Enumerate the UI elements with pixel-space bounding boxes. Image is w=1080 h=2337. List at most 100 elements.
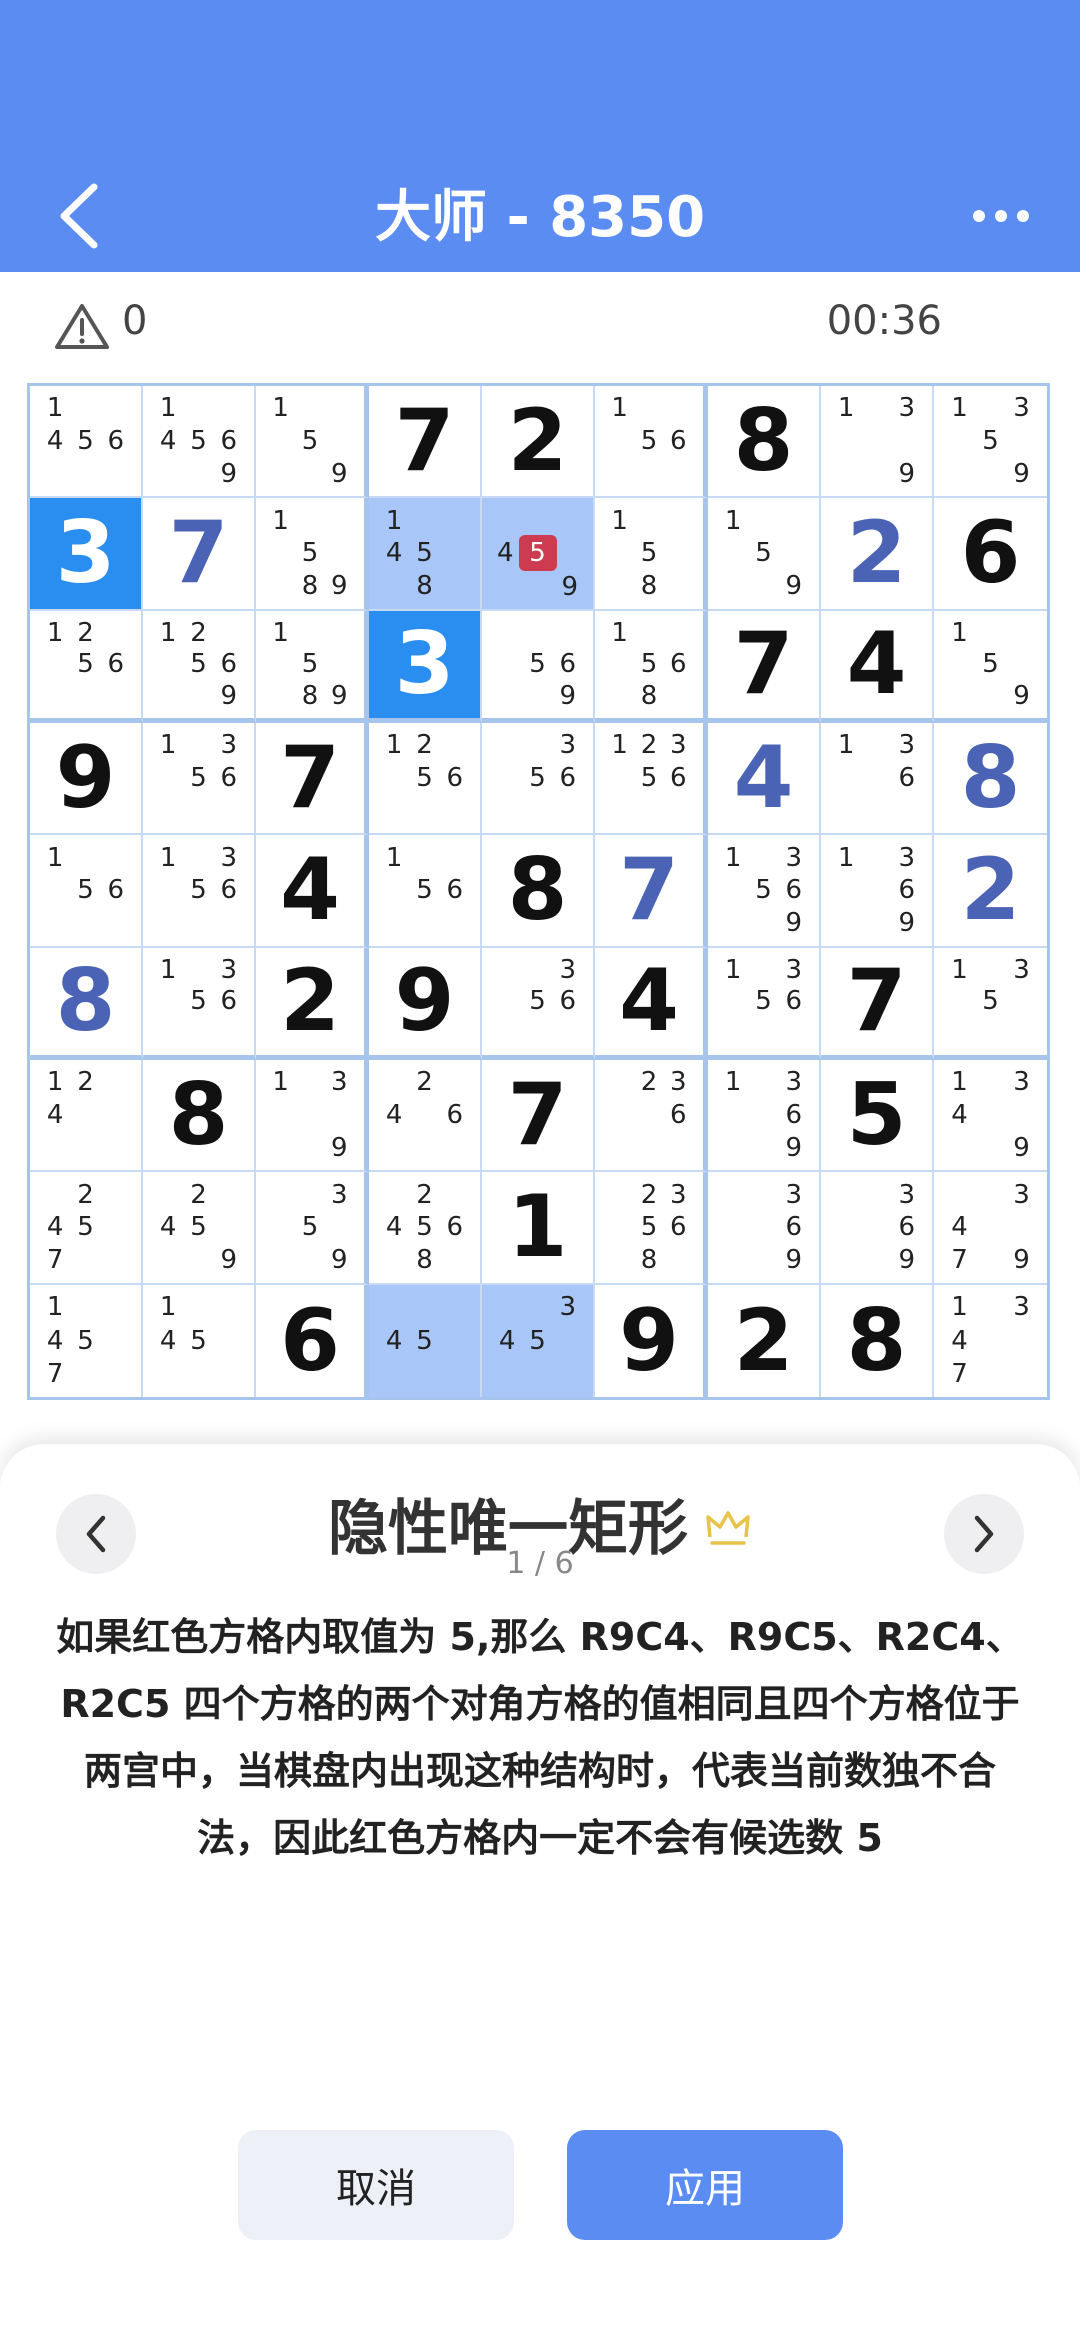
- candidate-grid: 124: [40, 1066, 131, 1164]
- cell-r4c4[interactable]: 1256: [369, 723, 482, 836]
- cell-r9c7[interactable]: 2: [708, 1284, 821, 1397]
- cell-r8c7[interactable]: 369: [708, 1172, 821, 1285]
- cell-r2c2[interactable]: 7: [143, 498, 256, 611]
- cell-r9c9[interactable]: 1 3 47: [934, 1285, 1047, 1397]
- more-button[interactable]: [966, 196, 1036, 236]
- cell-r6c5[interactable]: 356: [482, 947, 595, 1060]
- cell-r1c9[interactable]: 1 359: [934, 386, 1047, 499]
- cell-r5c8[interactable]: 1 369: [821, 835, 934, 948]
- cell-value: 2: [960, 840, 1021, 941]
- cell-r3c5[interactable]: 569: [482, 610, 595, 723]
- cell-r1c4[interactable]: 7: [369, 386, 482, 499]
- cell-r7c5[interactable]: 7: [482, 1060, 595, 1173]
- cell-r3c4[interactable]: 3: [369, 610, 482, 723]
- cell-r5c9[interactable]: 2: [934, 835, 1047, 948]
- cell-r5c2[interactable]: 1 356: [143, 835, 256, 948]
- cell-r1c2[interactable]: 14569: [143, 386, 256, 499]
- cell-r4c2[interactable]: 1 356: [143, 723, 256, 836]
- cell-r6c3[interactable]: 2: [256, 947, 369, 1060]
- cell-r1c3[interactable]: 159: [256, 386, 369, 499]
- cell-r2c4[interactable]: 1458: [369, 498, 482, 611]
- cancel-button[interactable]: 取消: [238, 2130, 514, 2240]
- cell-r9c5[interactable]: 3 45: [482, 1284, 595, 1397]
- cell-r3c3[interactable]: 1589: [256, 610, 369, 723]
- cell-r3c1[interactable]: 1256: [30, 610, 143, 723]
- cell-r7c1[interactable]: 124: [30, 1060, 143, 1173]
- cell-r5c3[interactable]: 4: [256, 835, 369, 948]
- cell-r6c7[interactable]: 1 356: [708, 947, 821, 1060]
- cell-r2c5[interactable]: 459: [482, 498, 595, 611]
- cell-r4c5[interactable]: 356: [482, 723, 595, 836]
- cell-r7c8[interactable]: 5: [821, 1060, 934, 1173]
- candidate-empty: [944, 1132, 975, 1165]
- cell-r2c9[interactable]: 6: [934, 498, 1047, 611]
- cell-r6c6[interactable]: 4: [595, 947, 708, 1060]
- cell-r4c8[interactable]: 1 36: [821, 723, 934, 836]
- cell-r6c9[interactable]: 1 35: [934, 948, 1047, 1060]
- cell-r4c9[interactable]: 8: [934, 723, 1047, 836]
- cell-r9c4[interactable]: 45: [369, 1284, 482, 1397]
- candidate-empty: [266, 1099, 295, 1132]
- cell-r5c1[interactable]: 156: [30, 835, 143, 948]
- cell-r8c8[interactable]: 369: [821, 1172, 934, 1285]
- cell-r5c5[interactable]: 8: [482, 835, 595, 948]
- candidate-empty: [975, 392, 1006, 425]
- cell-r2c1[interactable]: 3: [30, 498, 143, 611]
- cell-r2c3[interactable]: 1589: [256, 498, 369, 611]
- cell-r9c8[interactable]: 8: [821, 1284, 934, 1397]
- cell-r8c2[interactable]: 2459: [143, 1172, 256, 1285]
- cell-r7c6[interactable]: 236: [595, 1060, 708, 1173]
- cell-value: 8: [507, 840, 568, 941]
- cell-r1c1[interactable]: 1456: [30, 386, 143, 499]
- cell-r7c7[interactable]: 1 369: [708, 1060, 821, 1173]
- cell-r2c6[interactable]: 158: [595, 498, 708, 611]
- cell-r8c3[interactable]: 359: [256, 1172, 369, 1285]
- cell-r2c7[interactable]: 159: [708, 498, 821, 611]
- cell-r4c3[interactable]: 7: [256, 723, 369, 836]
- cell-r9c2[interactable]: 145: [143, 1284, 256, 1397]
- cell-r9c6[interactable]: 9: [595, 1284, 708, 1397]
- cell-r9c1[interactable]: 1457: [30, 1284, 143, 1397]
- cell-r8c4[interactable]: 24568: [369, 1172, 482, 1285]
- cell-r1c7[interactable]: 8: [708, 386, 821, 499]
- cell-r6c1[interactable]: 8: [30, 947, 143, 1060]
- cell-r6c8[interactable]: 7: [821, 947, 934, 1060]
- candidate-9: 9: [331, 571, 348, 602]
- cell-r6c4[interactable]: 9: [369, 947, 482, 1060]
- cell-r4c7[interactable]: 4: [708, 723, 821, 836]
- cell-r1c5[interactable]: 2: [482, 386, 595, 499]
- cell-r3c2[interactable]: 12569: [143, 610, 256, 723]
- candidate-empty: [1006, 617, 1037, 649]
- cell-r7c4[interactable]: 24 6: [369, 1060, 482, 1173]
- cell-r8c5[interactable]: 1: [482, 1172, 595, 1285]
- cell-r3c9[interactable]: 159: [934, 611, 1047, 723]
- cell-r9c3[interactable]: 6: [256, 1284, 369, 1397]
- candidate-grid: 356: [492, 729, 583, 827]
- apply-button[interactable]: 应用: [567, 2130, 843, 2240]
- cell-r7c3[interactable]: 1 3 9: [256, 1060, 369, 1173]
- cell-r5c4[interactable]: 156: [369, 835, 482, 948]
- cell-r2c8[interactable]: 2: [821, 498, 934, 611]
- cell-r3c6[interactable]: 1568: [595, 610, 708, 723]
- cell-r8c6[interactable]: 23568: [595, 1172, 708, 1285]
- cell-r7c9[interactable]: 1 3 4 9: [934, 1060, 1047, 1173]
- candidate-empty: [440, 504, 470, 537]
- candidate-empty: [183, 729, 213, 762]
- cell-r1c6[interactable]: 156: [595, 386, 708, 499]
- cell-r1c8[interactable]: 1 3 9: [821, 386, 934, 499]
- cell-r5c7[interactable]: 1 3569: [708, 835, 821, 948]
- candidate-empty: [605, 458, 634, 491]
- cell-r3c7[interactable]: 7: [708, 610, 821, 723]
- cell-r3c8[interactable]: 4: [821, 610, 934, 723]
- candidate-grid: 2459: [153, 1178, 244, 1276]
- candidate-1: 1: [385, 730, 403, 761]
- cell-r7c2[interactable]: 8: [143, 1060, 256, 1173]
- cell-r5c6[interactable]: 7: [595, 835, 708, 948]
- cell-r8c9[interactable]: 3 47 9: [934, 1172, 1047, 1285]
- candidate-9: 9: [220, 681, 238, 712]
- cell-r8c1[interactable]: 2457: [30, 1172, 143, 1285]
- candidate-grid: 1 36: [831, 729, 922, 827]
- cell-r6c2[interactable]: 1 356: [143, 947, 256, 1060]
- cell-r4c6[interactable]: 12356: [595, 723, 708, 836]
- cell-r4c1[interactable]: 9: [30, 723, 143, 836]
